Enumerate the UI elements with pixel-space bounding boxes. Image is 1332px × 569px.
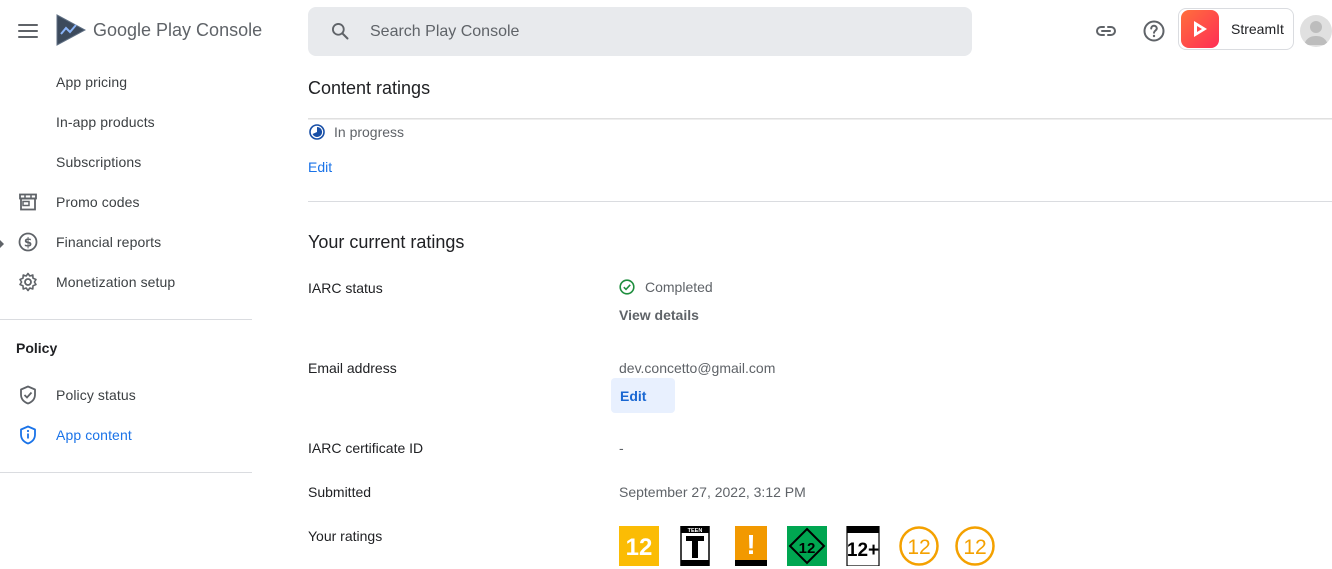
rating-label: 12	[963, 536, 986, 559]
rating-label: 12	[626, 534, 653, 561]
rating-label: !	[746, 529, 755, 560]
submitted-value: September 27, 2022, 3:12 PM	[619, 484, 806, 500]
sidebar-item-financial-reports[interactable]: $ Financial reports	[0, 222, 252, 262]
dollar-circle-icon: $	[18, 232, 38, 252]
warning-rating-icon: !	[735, 526, 767, 566]
status-text: In progress	[334, 124, 405, 140]
usk-12-icon: 12	[787, 526, 827, 566]
sidebar-item-in-app-products[interactable]: In-app products	[0, 102, 252, 142]
expand-caret-icon	[0, 240, 4, 248]
submitted-label: Submitted	[308, 484, 372, 500]
sidebar-item-label: Subscriptions	[56, 154, 142, 170]
rating-12-circle-icon: 12	[955, 526, 995, 566]
rating-label: 12+	[847, 540, 879, 561]
sidebar-item-label: Monetization setup	[56, 274, 176, 290]
edit-email-button[interactable]: Edit	[611, 378, 675, 413]
check-circle-icon	[619, 279, 635, 295]
menu-line	[18, 36, 38, 38]
sidebar-divider	[0, 319, 252, 320]
header-divider	[308, 118, 1332, 120]
iarc-12-plus-icon: 12+	[846, 526, 880, 566]
rating-12-yellow-icon: 12	[619, 526, 659, 566]
person-icon	[1304, 21, 1328, 45]
current-ratings-title: Your current ratings	[308, 232, 465, 252]
sidebar-item-policy-status[interactable]: Policy status	[0, 375, 252, 415]
search-bar[interactable]	[308, 7, 972, 56]
rating-label: TEEN	[688, 528, 703, 534]
ratings-label: Your ratings	[308, 528, 383, 544]
sidebar: App pricing In-app products Subscription…	[0, 60, 252, 569]
certificate-id-value: -	[619, 440, 624, 456]
edit-questionnaire-link[interactable]: Edit	[308, 159, 332, 175]
app-switcher[interactable]: StreamIt	[1178, 8, 1294, 50]
sidebar-item-label: Promo codes	[56, 194, 140, 210]
page-title: Content ratings	[308, 78, 431, 98]
sidebar-divider	[0, 472, 252, 473]
brand-title: Google Play Console	[93, 20, 263, 40]
search-input[interactable]	[370, 7, 950, 56]
section-divider	[308, 201, 1332, 202]
gear-icon	[19, 272, 37, 292]
main-content: Content ratings In progress Edit Your cu…	[308, 60, 1332, 569]
play-console-logo-icon	[56, 14, 87, 46]
storefront-icon	[19, 193, 37, 211]
shield-check-icon	[20, 385, 36, 405]
sidebar-item-app-content[interactable]: App content	[0, 415, 252, 455]
link-icon[interactable]	[1094, 19, 1118, 43]
esrb-teen-icon: TEEN	[680, 526, 710, 566]
sidebar-item-label: In-app products	[56, 114, 155, 130]
help-icon[interactable]	[1142, 19, 1166, 43]
email-value: dev.concetto@gmail.com	[619, 360, 776, 376]
app-name: StreamIt	[1231, 21, 1284, 37]
sidebar-section-policy: Policy	[16, 340, 58, 356]
main-menu-button[interactable]	[18, 24, 38, 38]
email-label: Email address	[308, 360, 397, 376]
rating-label: 12	[799, 540, 816, 557]
iarc-status-label: IARC status	[308, 280, 383, 296]
sidebar-item-label: App content	[56, 427, 132, 443]
sidebar-item-app-pricing[interactable]: App pricing	[0, 62, 252, 102]
rating-label: 12	[907, 536, 930, 559]
app-logo-icon	[1181, 10, 1219, 48]
rating-12-circle-icon: 12	[899, 526, 939, 566]
sidebar-item-promo-codes[interactable]: Promo codes	[0, 182, 252, 222]
menu-line	[18, 30, 38, 32]
sidebar-item-label: App pricing	[56, 74, 128, 90]
sidebar-item-subscriptions[interactable]: Subscriptions	[0, 142, 252, 182]
completed-text: Completed	[645, 279, 713, 295]
in-progress-icon	[309, 124, 325, 140]
status-in-progress: In progress	[308, 123, 404, 141]
sidebar-item-label: Policy status	[56, 387, 136, 403]
sidebar-item-label: Financial reports	[56, 234, 162, 250]
account-avatar[interactable]	[1300, 15, 1332, 47]
certificate-id-label: IARC certificate ID	[308, 440, 424, 456]
iarc-status-value: Completed	[619, 279, 713, 295]
svg-text:$: $	[24, 236, 32, 250]
menu-line	[18, 24, 38, 26]
view-details-link[interactable]: View details	[619, 307, 699, 323]
shield-info-icon	[20, 425, 36, 445]
sidebar-item-monetization-setup[interactable]: Monetization setup	[0, 262, 252, 302]
search-icon	[332, 23, 349, 40]
